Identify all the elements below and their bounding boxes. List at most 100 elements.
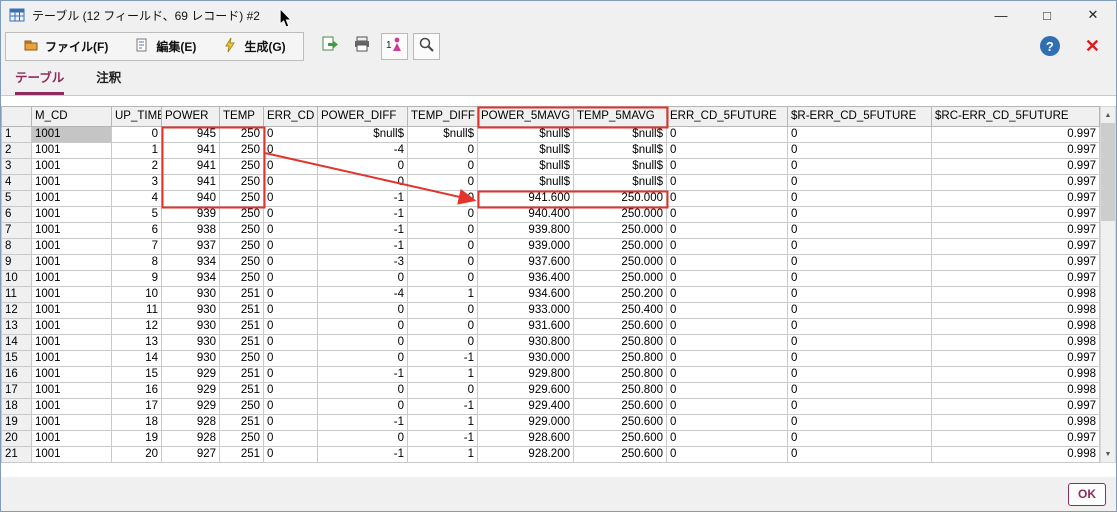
table-cell[interactable]: $null$ [477, 126, 574, 143]
table-cell[interactable]: 0.997 [931, 222, 1100, 239]
table-cell[interactable]: 0.997 [931, 126, 1100, 143]
table-cell[interactable]: 0 [263, 430, 318, 447]
table-cell[interactable]: 933.000 [477, 302, 574, 319]
table-cell[interactable]: 0 [317, 270, 408, 287]
table-cell[interactable]: 0 [407, 254, 478, 271]
table-cell[interactable]: 0 [666, 350, 788, 367]
table-cell[interactable]: 936.400 [477, 270, 574, 287]
table-cell[interactable]: 250.800 [573, 350, 667, 367]
table-cell[interactable]: 1001 [31, 270, 112, 287]
table-cell[interactable]: -1 [407, 398, 478, 415]
table-cell[interactable]: -1 [317, 190, 408, 207]
export-button[interactable] [317, 33, 344, 60]
table-cell[interactable]: $null$ [477, 174, 574, 191]
table-cell[interactable]: 930 [161, 302, 220, 319]
table-cell[interactable]: 0.997 [931, 190, 1100, 207]
table-cell[interactable]: 0 [787, 286, 932, 303]
table-cell[interactable]: -1 [407, 430, 478, 447]
table-cell[interactable]: 0.997 [931, 254, 1100, 271]
table-cell[interactable]: 929.800 [477, 366, 574, 383]
table-cell[interactable]: 0 [263, 270, 318, 287]
table-cell[interactable]: 0 [263, 350, 318, 367]
table-cell[interactable]: 1001 [31, 446, 112, 463]
table-cell[interactable]: 0 [317, 334, 408, 351]
column-header[interactable]: $RC-ERR_CD_5FUTURE [931, 106, 1100, 127]
table-cell[interactable]: 0 [666, 318, 788, 335]
table-cell[interactable]: 929.600 [477, 382, 574, 399]
table-cell[interactable]: 0 [263, 398, 318, 415]
table-cell[interactable]: 0 [666, 286, 788, 303]
table-cell[interactable]: 0 [263, 286, 318, 303]
table-cell[interactable]: 0 [666, 254, 788, 271]
table-cell[interactable]: 250 [219, 206, 264, 223]
table-cell[interactable]: 251 [219, 382, 264, 399]
table-cell[interactable]: 251 [219, 366, 264, 383]
table-cell[interactable]: 0 [787, 238, 932, 255]
table-cell[interactable]: 1001 [31, 366, 112, 383]
column-header[interactable]: POWER [161, 106, 220, 127]
table-cell[interactable]: 0 [317, 430, 408, 447]
row-number[interactable]: 5 [1, 190, 32, 207]
table-cell[interactable]: 930 [161, 334, 220, 351]
table-cell[interactable]: 0 [317, 158, 408, 175]
table-cell[interactable]: 0 [407, 158, 478, 175]
column-header[interactable]: M_CD [31, 106, 112, 127]
table-cell[interactable]: 0.997 [931, 238, 1100, 255]
table-cell[interactable]: 250.600 [573, 414, 667, 431]
table-cell[interactable]: 0.998 [931, 302, 1100, 319]
vertical-scrollbar[interactable]: ▲ ▼ [1100, 106, 1116, 463]
menu-generate[interactable]: 生成(G) [209, 34, 298, 59]
table-cell[interactable]: 250 [219, 270, 264, 287]
column-header[interactable]: POWER_DIFF [317, 106, 408, 127]
row-number[interactable]: 21 [1, 446, 32, 463]
table-cell[interactable]: 0 [787, 366, 932, 383]
table-cell[interactable]: 250.600 [573, 398, 667, 415]
table-cell[interactable]: 20 [111, 446, 162, 463]
table-cell[interactable]: 0 [407, 238, 478, 255]
table-cell[interactable]: 0 [407, 206, 478, 223]
table-cell[interactable]: $null$ [317, 126, 408, 143]
row-number[interactable]: 11 [1, 286, 32, 303]
table-cell[interactable]: 929 [161, 366, 220, 383]
table-cell[interactable]: 12 [111, 318, 162, 335]
table-cell[interactable]: 9 [111, 270, 162, 287]
table-cell[interactable]: -1 [317, 222, 408, 239]
table-cell[interactable]: 0 [787, 142, 932, 159]
table-cell[interactable]: 938 [161, 222, 220, 239]
table-cell[interactable]: 250 [219, 254, 264, 271]
table-cell[interactable]: 0 [666, 382, 788, 399]
table-cell[interactable]: 1001 [31, 254, 112, 271]
table-cell[interactable]: 10 [111, 286, 162, 303]
table-cell[interactable]: 1001 [31, 334, 112, 351]
table-cell[interactable]: 251 [219, 286, 264, 303]
table-cell[interactable]: 17 [111, 398, 162, 415]
table-cell[interactable]: 939 [161, 206, 220, 223]
table-cell[interactable]: 0 [666, 126, 788, 143]
table-cell[interactable]: 18 [111, 414, 162, 431]
table-cell[interactable]: 0 [263, 414, 318, 431]
table-cell[interactable]: 0.997 [931, 158, 1100, 175]
table-cell[interactable]: 0.997 [931, 350, 1100, 367]
table-cell[interactable]: 930 [161, 286, 220, 303]
table-cell[interactable]: 0 [666, 334, 788, 351]
table-cell[interactable]: 0 [407, 190, 478, 207]
table-cell[interactable]: 1001 [31, 238, 112, 255]
table-cell[interactable]: 1001 [31, 126, 112, 143]
table-cell[interactable]: -1 [317, 238, 408, 255]
column-header[interactable]: ERR_CD_5FUTURE [666, 106, 788, 127]
table-cell[interactable]: 250.400 [573, 302, 667, 319]
table-cell[interactable]: 0 [787, 158, 932, 175]
table-cell[interactable]: 0.998 [931, 334, 1100, 351]
table-cell[interactable]: 0 [666, 174, 788, 191]
table-cell[interactable]: 0 [787, 190, 932, 207]
table-cell[interactable]: 250.000 [573, 254, 667, 271]
table-cell[interactable]: 250.600 [573, 318, 667, 335]
table-cell[interactable]: -4 [317, 286, 408, 303]
table-cell[interactable]: 0.998 [931, 286, 1100, 303]
table-cell[interactable]: 0 [263, 302, 318, 319]
table-cell[interactable]: 0 [317, 174, 408, 191]
table-cell[interactable]: 1001 [31, 206, 112, 223]
table-cell[interactable]: 3 [111, 174, 162, 191]
table-cell[interactable]: 1 [407, 286, 478, 303]
table-cell[interactable]: 0 [666, 446, 788, 463]
